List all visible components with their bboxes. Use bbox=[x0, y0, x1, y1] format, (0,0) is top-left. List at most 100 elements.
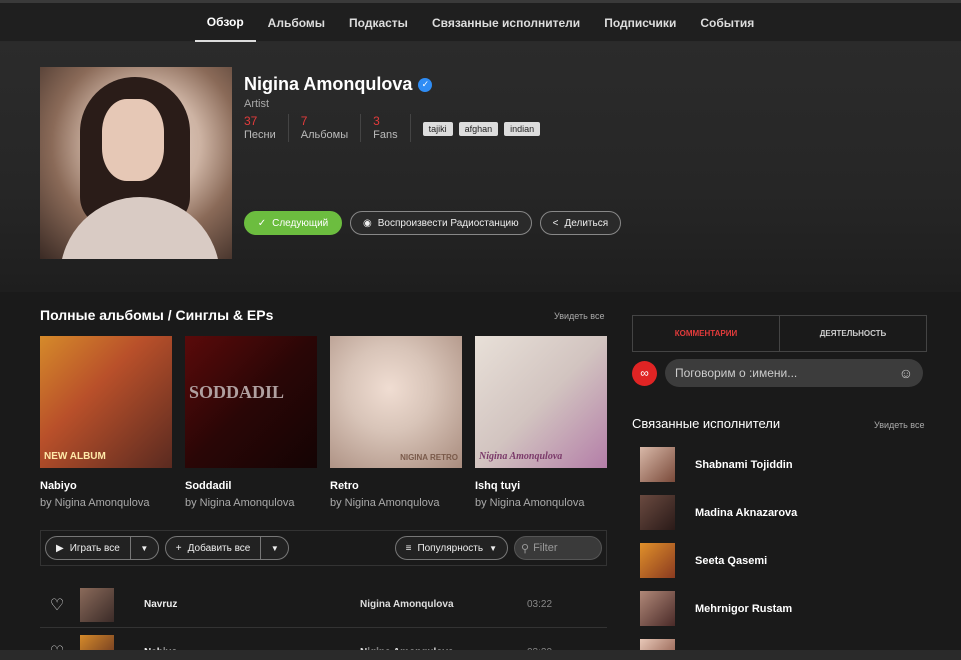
related-artist-item[interactable]: Mehrnigor Rustam bbox=[640, 591, 792, 626]
related-see-all-link[interactable]: Увидеть все bbox=[874, 420, 924, 430]
artist-role: Artist bbox=[244, 98, 270, 110]
artist-name: Nigina Amonqulova bbox=[244, 74, 413, 94]
track-title[interactable]: Navruz bbox=[144, 599, 177, 610]
album-cover[interactable]: Nigina Amonqulova bbox=[475, 336, 607, 468]
verified-icon: ✓ bbox=[418, 77, 433, 92]
album-artist[interactable]: by Nigina Amonqulova bbox=[40, 497, 172, 509]
artist-stats: 37 Песни 7 Альбомы 3 Fans tajiki afghan … bbox=[244, 114, 541, 142]
tab-events[interactable]: События bbox=[688, 3, 766, 42]
sort-label: Популярность bbox=[417, 542, 484, 554]
follow-button[interactable]: ✓ Следующий bbox=[244, 211, 342, 235]
tag-tajiki[interactable]: tajiki bbox=[422, 122, 453, 136]
comment-placeholder: Поговорим о :имени... bbox=[675, 366, 798, 380]
genre-tags: tajiki afghan indian bbox=[422, 114, 541, 136]
play-all-button[interactable]: ▶ Играть все bbox=[46, 537, 130, 559]
heart-icon[interactable]: ♡ bbox=[40, 595, 74, 615]
filter-field[interactable]: ⚲ bbox=[514, 536, 602, 560]
album-cover-text: Nigina Amonqulova bbox=[479, 451, 563, 462]
artist-actions: ✓ Следующий ◉ Воспроизвести Радиостанцию… bbox=[244, 211, 622, 235]
tag-indian[interactable]: indian bbox=[504, 122, 541, 136]
sidebar-tabs: КОММЕНТАРИИ ДЕЯТЕЛЬНОСТЬ bbox=[632, 315, 927, 352]
tab-albums[interactable]: Альбомы bbox=[256, 3, 337, 42]
related-artist-avatar[interactable] bbox=[640, 543, 675, 578]
related-artist-avatar[interactable] bbox=[640, 591, 675, 626]
follow-label: Следующий bbox=[272, 217, 329, 229]
album-cover[interactable]: NIGINA RETRO bbox=[330, 336, 462, 468]
album-artist[interactable]: by Nigina Amonqulova bbox=[475, 497, 607, 509]
track-row[interactable]: ♡ Navruz Nigina Amonqulova 03:22 bbox=[40, 582, 607, 628]
tab-related-artists[interactable]: Связанные исполнители bbox=[420, 3, 592, 42]
album-cover[interactable]: NEW ALBUM bbox=[40, 336, 172, 468]
related-artist-name[interactable]: Shabnami Tojiddin bbox=[695, 459, 793, 471]
album-artist[interactable]: by Nigina Amonqulova bbox=[185, 497, 317, 509]
emoji-icon[interactable]: ☺ bbox=[899, 365, 913, 381]
stat-songs[interactable]: 37 Песни bbox=[244, 114, 289, 142]
play-all-dropdown[interactable]: ▼ bbox=[129, 537, 158, 559]
tracks-toolbar: ▶ Играть все ▼ + Добавить все ▼ ≡ Популя… bbox=[40, 530, 607, 566]
tab-comments[interactable]: КОММЕНТАРИИ bbox=[633, 316, 780, 351]
search-icon: ⚲ bbox=[521, 542, 530, 555]
chevron-down-icon: ▼ bbox=[140, 543, 149, 553]
add-all-button[interactable]: + Добавить все bbox=[166, 537, 261, 559]
album-title[interactable]: Ishq tuyi bbox=[475, 480, 607, 492]
albums-grid: NEW ALBUM Nabiyo by Nigina Amonqulova SO… bbox=[40, 336, 607, 509]
album-title[interactable]: Retro bbox=[330, 480, 462, 492]
check-icon: ✓ bbox=[257, 217, 267, 229]
album-cover-text: NEW ALBUM bbox=[44, 451, 106, 462]
play-icon: ▶ bbox=[56, 542, 64, 554]
stat-songs-label: Песни bbox=[244, 129, 276, 141]
add-all-label: Добавить все bbox=[187, 542, 251, 554]
sort-icon: ≡ bbox=[405, 542, 412, 554]
related-artist-item[interactable]: Shabnami Tojiddin bbox=[640, 447, 793, 482]
stat-fans[interactable]: 3 Fans bbox=[373, 114, 411, 142]
stat-fans-value: 3 bbox=[373, 114, 380, 128]
stat-songs-value: 37 bbox=[244, 114, 258, 128]
albums-see-all-link[interactable]: Увидеть все bbox=[554, 311, 604, 321]
play-all-label: Играть все bbox=[69, 542, 120, 554]
play-radio-button[interactable]: ◉ Воспроизвести Радиостанцию bbox=[350, 211, 532, 235]
top-nav: Обзор Альбомы Подкасты Связанные исполни… bbox=[0, 0, 961, 42]
related-artist-avatar[interactable] bbox=[640, 639, 675, 650]
album-card[interactable]: Nigina Amonqulova Ishq tuyi by Nigina Am… bbox=[475, 336, 607, 509]
tag-afghan[interactable]: afghan bbox=[458, 122, 499, 136]
artist-portrait bbox=[40, 67, 232, 259]
plus-icon: + bbox=[175, 542, 182, 554]
filter-input[interactable] bbox=[533, 542, 594, 554]
play-all-group: ▶ Играть все ▼ bbox=[45, 536, 159, 560]
related-artist-name[interactable]: Seeta Qasemi bbox=[695, 555, 767, 567]
stat-albums[interactable]: 7 Альбомы bbox=[300, 114, 362, 142]
stat-fans-label: Fans bbox=[373, 129, 398, 141]
add-all-dropdown[interactable]: ▼ bbox=[260, 537, 288, 559]
share-button[interactable]: < Делиться bbox=[539, 211, 622, 235]
related-artist-item[interactable] bbox=[640, 639, 675, 650]
album-card[interactable]: NIGINA RETRO Retro by Nigina Amonqulova bbox=[330, 336, 462, 509]
comment-input[interactable]: Поговорим о :имени... ☺ bbox=[665, 359, 923, 387]
chevron-down-icon: ▼ bbox=[489, 543, 497, 553]
related-artist-item[interactable]: Madina Aknazarova bbox=[640, 495, 797, 530]
related-artist-item[interactable]: Seeta Qasemi bbox=[640, 543, 767, 578]
related-artist-avatar[interactable] bbox=[640, 447, 675, 482]
tab-followers[interactable]: Подписчики bbox=[592, 3, 688, 42]
share-label: Делиться bbox=[564, 217, 609, 229]
tab-overview[interactable]: Обзор bbox=[194, 3, 256, 42]
album-title[interactable]: Nabiyo bbox=[40, 480, 172, 492]
album-card[interactable]: SODDADIL Soddadil by Nigina Amonqulova bbox=[185, 336, 317, 509]
rss-icon: ◉ bbox=[363, 217, 372, 229]
album-card[interactable]: NEW ALBUM Nabiyo by Nigina Amonqulova bbox=[40, 336, 172, 509]
album-cover[interactable]: SODDADIL bbox=[185, 336, 317, 468]
play-radio-label: Воспроизвести Радиостанцию bbox=[377, 217, 519, 229]
related-artist-name[interactable]: Mehrnigor Rustam bbox=[695, 603, 792, 615]
related-artist-name[interactable]: Madina Aknazarova bbox=[695, 507, 797, 519]
stat-albums-label: Альбомы bbox=[300, 129, 349, 141]
sort-dropdown[interactable]: ≡ Популярность ▼ bbox=[394, 536, 508, 560]
related-artist-avatar[interactable] bbox=[640, 495, 675, 530]
album-artist[interactable]: by Nigina Amonqulova bbox=[330, 497, 462, 509]
track-thumbnail[interactable] bbox=[80, 587, 114, 622]
sort-button[interactable]: ≡ Популярность ▼ bbox=[396, 537, 507, 559]
artist-name-row: Nigina Amonqulova ✓ bbox=[244, 74, 433, 95]
tab-podcasts[interactable]: Подкасты bbox=[337, 3, 420, 42]
track-artist[interactable]: Nigina Amonqulova bbox=[360, 599, 454, 610]
album-title[interactable]: Soddadil bbox=[185, 480, 317, 492]
tab-activity[interactable]: ДЕЯТЕЛЬНОСТЬ bbox=[780, 316, 926, 351]
infinity-logo-icon: ∞ bbox=[632, 360, 657, 386]
